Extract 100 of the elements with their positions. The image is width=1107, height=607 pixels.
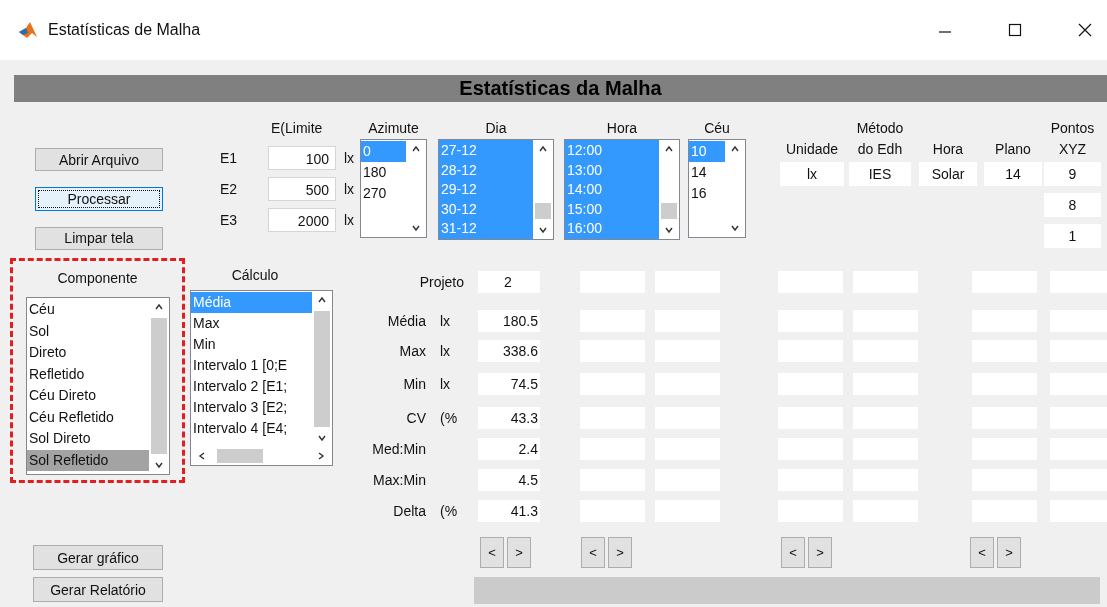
scroll-down-icon[interactable] — [730, 223, 740, 233]
value-field[interactable]: lx — [780, 162, 844, 186]
value-field[interactable]: 74.5 — [478, 373, 540, 395]
unit-label: lx — [440, 343, 452, 359]
column-heading: Céu — [703, 119, 731, 138]
unit-label: lx — [344, 212, 355, 228]
app-icon — [18, 20, 38, 40]
value-field[interactable]: Solar — [919, 162, 977, 186]
field-label: E2 — [219, 181, 239, 197]
list-item[interactable]: Refletido — [27, 363, 149, 385]
scroll-up-icon[interactable] — [730, 144, 740, 154]
scroll-down-icon[interactable] — [411, 223, 421, 233]
scroll-down-icon[interactable] — [317, 433, 327, 443]
list-box[interactable]: 10 14 16 — [688, 139, 746, 238]
scrollbar-thumb[interactable] — [535, 203, 551, 219]
list-item[interactable]: Intervalo 3 [E2; — [191, 397, 312, 418]
list-item[interactable]: Céu Direto — [27, 385, 149, 407]
scroll-left-icon[interactable] — [197, 451, 207, 461]
scrollbar-thumb[interactable] — [661, 203, 677, 219]
list-item[interactable]: 180 — [361, 162, 406, 183]
list-item[interactable]: 14 — [689, 162, 725, 183]
scrollbar-thumb[interactable] — [217, 449, 263, 463]
unit-label: lx — [440, 313, 452, 329]
list-item[interactable]: Sol — [27, 320, 149, 342]
report-button[interactable]: Gerar gráfico — [33, 545, 163, 570]
unit-label: (% — [440, 503, 459, 519]
list-item[interactable]: Sol Direto — [27, 428, 149, 450]
list-box[interactable]: Média Max Min Intervalo 1 [0;E Intervalo 2 [E1; Intervalo 3 [E2; Intervalo 4 [E4; — [190, 290, 333, 466]
scroll-up-icon[interactable] — [154, 302, 164, 312]
list-item[interactable]: Intervalo 1 [0;E — [191, 355, 312, 376]
unit-label: lx — [344, 181, 355, 197]
list-item[interactable]: Max — [191, 313, 312, 334]
action-button[interactable]: Processar — [35, 187, 163, 211]
previous-button[interactable]: < — [781, 537, 805, 568]
column-heading: Plano — [995, 140, 1031, 159]
list-item[interactable]: 270 — [361, 183, 406, 204]
scroll-down-icon[interactable] — [538, 225, 548, 235]
column-heading: Dia — [484, 119, 508, 138]
unit-label: lx — [344, 150, 355, 166]
list-box[interactable]: 0 180 270 — [360, 139, 427, 238]
next-button[interactable]: > — [608, 537, 632, 568]
list-item[interactable]: 16 — [689, 183, 725, 204]
column-heading: Componente — [56, 269, 139, 288]
action-button[interactable]: Limpar tela — [35, 226, 163, 250]
list-item[interactable]: Céu — [27, 299, 149, 321]
scroll-down-icon[interactable] — [154, 460, 164, 470]
previous-button[interactable]: < — [480, 537, 504, 568]
field-label: E1 — [219, 150, 239, 166]
value-field[interactable]: 1 — [1044, 224, 1101, 248]
row-label: Min — [402, 376, 427, 392]
value-field[interactable]: 2 — [478, 271, 540, 293]
input-field[interactable]: 2000 — [268, 208, 336, 232]
scrollbar-thumb[interactable] — [314, 311, 330, 427]
column-heading: Pontos XYZ — [1049, 119, 1096, 159]
value-field[interactable]: 180.5 — [478, 310, 540, 332]
list-item[interactable]: Min — [191, 334, 312, 355]
list-item[interactable]: Céu Refletido — [27, 406, 149, 428]
list-item[interactable]: Sol Refletido — [27, 449, 149, 471]
next-button[interactable]: > — [507, 537, 531, 568]
scroll-right-icon[interactable] — [316, 451, 326, 461]
scroll-up-icon[interactable] — [664, 144, 674, 154]
value-field[interactable]: 43.3 — [478, 407, 540, 429]
report-button[interactable]: Gerar Relatório — [33, 577, 163, 602]
previous-button[interactable]: < — [970, 537, 994, 568]
column-heading: Azimute — [367, 119, 420, 138]
action-button[interactable]: Abrir Arquivo — [35, 148, 163, 172]
scroll-up-icon[interactable] — [538, 144, 548, 154]
column-heading: Método do Edh — [855, 119, 905, 159]
value-field[interactable]: 338.6 — [478, 340, 540, 362]
previous-button[interactable]: < — [581, 537, 605, 568]
value-field[interactable]: 9 — [1044, 162, 1101, 186]
close-button[interactable] — [1077, 22, 1093, 38]
column-heading: Cálculo — [230, 266, 280, 285]
value-field[interactable]: 14 — [984, 162, 1042, 186]
value-field[interactable]: 4.5 — [478, 469, 540, 491]
column-heading: Unidade — [785, 140, 839, 159]
scrollbar-thumb[interactable] — [151, 318, 167, 454]
value-field[interactable]: 41.3 — [478, 500, 540, 522]
banner-title: Estatísticas da Malha — [14, 75, 1107, 102]
unit-label: (% — [440, 410, 459, 426]
column-heading: Hora — [605, 119, 639, 138]
row-label: Projeto — [418, 274, 465, 290]
value-field[interactable]: IES — [849, 162, 911, 186]
input-field[interactable]: 100 — [268, 146, 336, 170]
scroll-up-icon[interactable] — [317, 295, 327, 305]
value-field[interactable]: 8 — [1044, 193, 1101, 217]
list-box[interactable]: Céu Sol Direto Refletido Céu Direto Céu Refletido Sol Direto Sol Refletido — [26, 297, 170, 475]
scroll-down-icon[interactable] — [664, 225, 674, 235]
maximize-button[interactable] — [1007, 22, 1023, 38]
next-button[interactable]: > — [808, 537, 832, 568]
list-item[interactable]: Intervalo 2 [E1; — [191, 376, 312, 397]
next-button[interactable]: > — [997, 537, 1021, 568]
list-item[interactable]: Intervalo 4 [E4; — [191, 418, 312, 439]
input-field[interactable]: 500 — [268, 177, 336, 201]
row-label: CV — [405, 410, 427, 426]
value-field[interactable]: 2.4 — [478, 438, 540, 460]
row-label: Média — [386, 313, 427, 329]
list-item[interactable]: Direto — [27, 342, 149, 364]
column-heading: Hora — [932, 140, 964, 159]
scroll-up-icon[interactable] — [411, 144, 421, 154]
